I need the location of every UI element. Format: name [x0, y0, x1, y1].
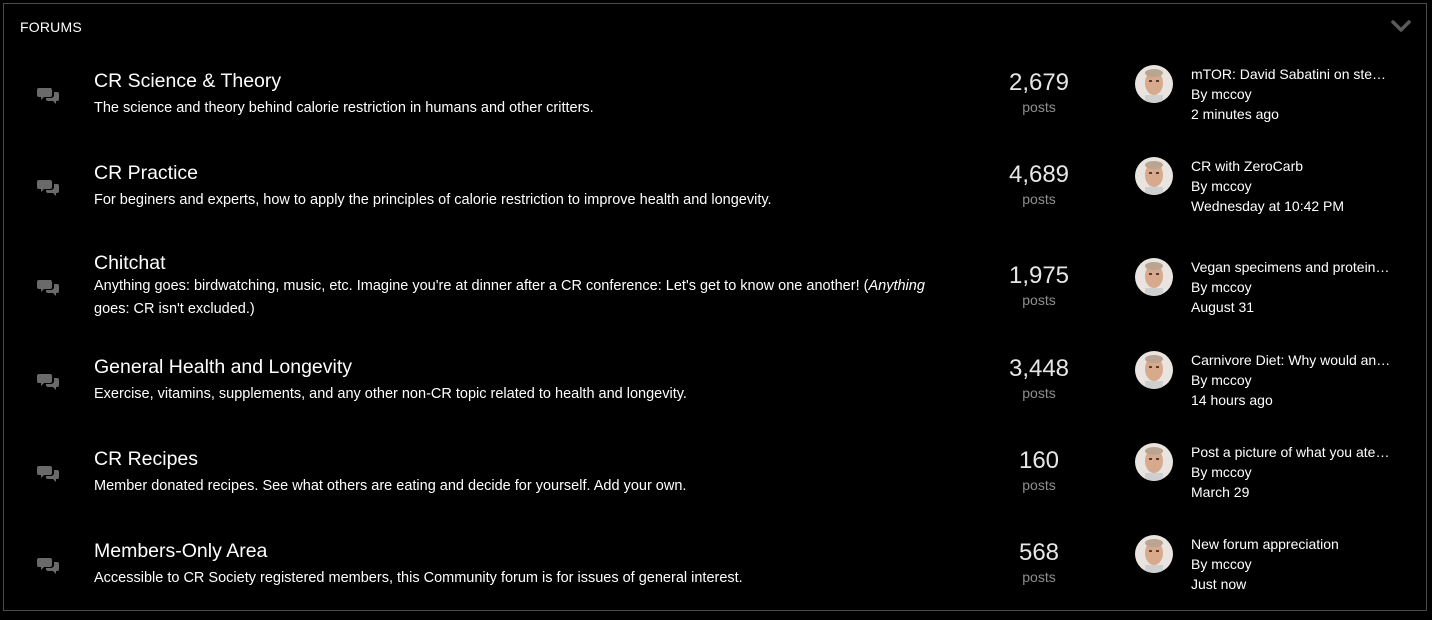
forum-title[interactable]: Chitchat	[94, 252, 166, 275]
forum-description: Anything goes: birdwatching, music, etc.…	[94, 278, 925, 317]
forum-title[interactable]: CR Practice	[94, 162, 198, 185]
last-post: CR with ZeroCarb By mccoy Wednesday at 1…	[1191, 156, 1391, 216]
forum-row-general-health: General Health and Longevity Exercise, v…	[4, 344, 1426, 436]
post-count: 2,679 posts	[980, 68, 1098, 116]
by-label: By	[1191, 279, 1208, 295]
last-post-title[interactable]: New forum appreciation	[1191, 534, 1391, 554]
description-emphasis: Anything	[868, 278, 925, 294]
forum-row-cr-recipes: CR Recipes Member donated recipes. See w…	[4, 436, 1426, 528]
forum-description: The science and theory behind calorie re…	[94, 100, 594, 116]
post-count-value: 160	[1018, 447, 1060, 474]
last-post-title[interactable]: mTOR: David Sabatini on stem cells and f…	[1191, 64, 1391, 84]
last-post-title[interactable]: Vegan specimens and protein intake	[1191, 257, 1391, 277]
last-post-time[interactable]: 2 minutes ago	[1191, 104, 1391, 124]
author-link[interactable]: mccoy	[1211, 279, 1251, 295]
last-post: Post a picture of what you ate today By …	[1191, 442, 1391, 502]
last-post: Vegan specimens and protein intake By mc…	[1191, 257, 1391, 317]
avatar[interactable]	[1135, 65, 1173, 103]
post-count-value: 3,448	[1008, 355, 1070, 382]
author-link[interactable]: mccoy	[1211, 556, 1251, 572]
post-count-value: 4,689	[1008, 161, 1070, 188]
forum-title[interactable]: CR Science & Theory	[94, 70, 281, 93]
avatar[interactable]	[1135, 535, 1173, 573]
forum-description: Member donated recipes. See what others …	[94, 478, 687, 494]
post-count: 568 posts	[980, 538, 1098, 586]
last-post-author: By mccoy	[1191, 554, 1391, 574]
by-label: By	[1191, 556, 1208, 572]
forum-title[interactable]: General Health and Longevity	[94, 356, 352, 379]
chat-bubbles-icon	[37, 463, 61, 483]
forum-title[interactable]: Members-Only Area	[94, 540, 267, 563]
post-count: 160 posts	[980, 446, 1098, 494]
author-link[interactable]: mccoy	[1211, 372, 1251, 388]
chat-bubbles-icon	[37, 371, 61, 391]
forum-row-cr-practice: CR Practice For beginers and experts, ho…	[4, 150, 1426, 242]
post-count-label: posts	[1022, 477, 1056, 493]
last-post: mTOR: David Sabatini on stem cells and f…	[1191, 64, 1391, 124]
last-post-author: By mccoy	[1191, 277, 1391, 297]
post-count-label: posts	[1022, 569, 1056, 585]
last-post-title[interactable]: Carnivore Diet: Why would anyone do this	[1191, 350, 1391, 370]
forum-description: For beginers and experts, how to apply t…	[94, 192, 772, 208]
last-post: Carnivore Diet: Why would anyone do this…	[1191, 350, 1391, 410]
chevron-down-icon[interactable]	[1390, 18, 1412, 34]
avatar[interactable]	[1135, 443, 1173, 481]
last-post-title[interactable]: CR with ZeroCarb	[1191, 156, 1391, 176]
author-link[interactable]: mccoy	[1211, 178, 1251, 194]
last-post-time[interactable]: March 29	[1191, 482, 1391, 502]
chat-bubbles-icon	[37, 277, 61, 297]
post-count: 3,448 posts	[980, 354, 1098, 402]
post-count-value: 568	[1018, 539, 1060, 566]
last-post-time[interactable]: 14 hours ago	[1191, 390, 1391, 410]
avatar[interactable]	[1135, 351, 1173, 389]
post-count-label: posts	[1022, 99, 1056, 115]
by-label: By	[1191, 86, 1208, 102]
last-post: New forum appreciation By mccoy Just now	[1191, 534, 1391, 594]
post-count: 1,975 posts	[980, 261, 1098, 309]
post-count-label: posts	[1022, 292, 1056, 308]
forum-row-cr-science: CR Science & Theory The science and theo…	[4, 58, 1426, 150]
last-post-time[interactable]: Just now	[1191, 574, 1391, 594]
by-label: By	[1191, 372, 1208, 388]
last-post-author: By mccoy	[1191, 462, 1391, 482]
by-label: By	[1191, 178, 1208, 194]
avatar[interactable]	[1135, 157, 1173, 195]
last-post-time[interactable]: August 31	[1191, 297, 1391, 317]
forum-title[interactable]: CR Recipes	[94, 448, 198, 471]
section-title: FORUMS	[20, 19, 82, 35]
forums-panel: FORUMS CR Science & Theory The science a…	[3, 3, 1427, 611]
chat-bubbles-icon	[37, 85, 61, 105]
last-post-author: By mccoy	[1191, 370, 1391, 390]
post-count-label: posts	[1022, 191, 1056, 207]
last-post-author: By mccoy	[1191, 176, 1391, 196]
last-post-author: By mccoy	[1191, 84, 1391, 104]
post-count: 4,689 posts	[980, 160, 1098, 208]
forum-description: Exercise, vitamins, supplements, and any…	[94, 386, 687, 402]
author-link[interactable]: mccoy	[1211, 86, 1251, 102]
forum-description: Accessible to CR Society registered memb…	[94, 570, 743, 586]
forum-row-members-only: Members-Only Area Accessible to CR Socie…	[4, 528, 1426, 620]
chat-bubbles-icon	[37, 555, 61, 575]
by-label: By	[1191, 464, 1208, 480]
forum-row-chitchat: Chitchat Anything goes: birdwatching, mu…	[4, 242, 1426, 342]
post-count-value: 2,679	[1008, 69, 1070, 96]
avatar[interactable]	[1135, 258, 1173, 296]
post-count-label: posts	[1022, 385, 1056, 401]
last-post-time[interactable]: Wednesday at 10:42 PM	[1191, 196, 1391, 216]
post-count-value: 1,975	[1008, 262, 1070, 289]
author-link[interactable]: mccoy	[1211, 464, 1251, 480]
chat-bubbles-icon	[37, 177, 61, 197]
last-post-title[interactable]: Post a picture of what you ate today	[1191, 442, 1391, 462]
